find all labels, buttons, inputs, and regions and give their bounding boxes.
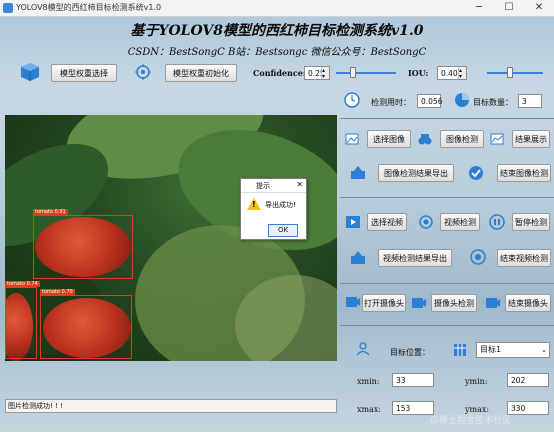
image-detect-button[interactable]: 图像检测 <box>440 130 484 148</box>
chevron-down-icon: ⌄ <box>541 346 547 354</box>
detect-time-field: 0.056 <box>417 94 442 108</box>
pause-icon <box>489 214 505 230</box>
page-title: 基于YOLOV8模型的西红柿目标检测系统v1.0 <box>130 23 424 39</box>
app-icon <box>3 3 13 13</box>
binoculars-icon <box>418 134 432 145</box>
page-subtitle: CSDN：BestSongC B站：Bestsongc 微信公众号：BestSo… <box>127 47 427 58</box>
xmax-label: xmax: <box>357 405 382 414</box>
check-circle-icon <box>469 166 483 180</box>
detection-box <box>5 287 37 359</box>
xmin-field: 33 <box>392 373 434 387</box>
camera-icon <box>346 297 360 307</box>
camera-detect-button[interactable]: 摄像头检测 <box>431 294 477 312</box>
crosshair-icon <box>135 64 151 80</box>
cube-icon <box>21 63 39 81</box>
export-video-result-button[interactable]: 视频检测结果导出 <box>378 249 452 267</box>
minimize-button[interactable]: ─ <box>464 0 494 16</box>
camera-icon <box>412 298 426 308</box>
confidence-spin-arrows[interactable] <box>321 64 329 84</box>
export-icon <box>351 251 365 264</box>
status-bar: 图片检测成功! ! ! <box>5 399 337 413</box>
xmin-label: xmin: <box>357 377 380 386</box>
iou-slider[interactable] <box>487 67 543 78</box>
user-icon <box>356 342 370 356</box>
target-count-label: 目标数量： <box>473 98 513 107</box>
export-image-result-button[interactable]: 图像检测结果导出 <box>378 164 454 182</box>
divider <box>340 283 554 284</box>
clock-icon <box>344 92 360 108</box>
target-select-value: 目标1 <box>480 345 502 354</box>
xmax-field: 153 <box>392 401 434 415</box>
iou-slider-handle[interactable] <box>507 67 513 78</box>
confidence-spinbox[interactable]: 0.25 <box>304 64 330 84</box>
target-position-label: 目标位置： <box>390 348 430 357</box>
stop-circle-icon <box>470 249 486 265</box>
target-icon <box>419 215 433 229</box>
dialog-title-bar: 提示 ✕ <box>241 179 306 193</box>
divider <box>340 118 554 119</box>
line-chart-icon <box>490 133 504 145</box>
confidence-slider[interactable] <box>336 67 396 78</box>
model-init-button[interactable]: 模型权重初始化 <box>165 64 237 82</box>
target-count-field: 3 <box>518 94 542 108</box>
dialog-ok-button[interactable]: OK <box>268 224 298 237</box>
end-image-detect-button[interactable]: 结束图像检测 <box>497 164 551 182</box>
confidence-slider-handle[interactable] <box>349 67 356 78</box>
iou-spin-arrows[interactable] <box>458 64 466 84</box>
dialog-close-icon[interactable]: ✕ <box>296 180 303 189</box>
detection-label: tomato 0.91 <box>33 209 68 215</box>
close-button[interactable]: ✕ <box>524 0 554 16</box>
export-icon <box>351 166 365 179</box>
camera-icon <box>486 298 500 308</box>
end-video-detect-button[interactable]: 结束视频检测 <box>497 249 551 267</box>
open-camera-button[interactable]: 打开摄像头 <box>362 294 406 312</box>
select-image-button[interactable]: 选择图像 <box>367 130 411 148</box>
iou-value: 0.40 <box>441 69 458 78</box>
video-detect-button[interactable]: 视频检测 <box>440 213 480 231</box>
detection-box <box>33 215 133 279</box>
app-window: YOLOV8模型的西红柿目标检测系统v1.0 ─ ☐ ✕ 基于YOLOV8模型的… <box>0 0 554 432</box>
target-select[interactable]: 目标1 ⌄ <box>476 342 550 358</box>
detection-label: tomato 0.70 <box>40 289 75 295</box>
model-select-button[interactable]: 模型权重选择 <box>51 64 117 82</box>
ymin-field: 202 <box>507 373 549 387</box>
window-title: YOLOV8模型的西红柿目标检测系统v1.0 <box>16 3 162 12</box>
ymax-field: 330 <box>507 401 549 415</box>
detection-label: tomato 0.74 <box>5 281 40 287</box>
close-camera-button[interactable]: 结束摄像头 <box>505 294 551 312</box>
dialog-title: 提示 <box>256 182 270 190</box>
detection-box <box>40 295 132 359</box>
ymin-label: ymin: <box>465 377 488 386</box>
grid-icon <box>454 344 466 356</box>
divider <box>340 197 554 198</box>
warning-icon <box>247 198 261 210</box>
pie-chart-icon <box>455 93 469 107</box>
pause-detect-button[interactable]: 暂停检测 <box>512 213 550 231</box>
image-icon <box>345 133 359 145</box>
watermark: @稀土掘金技术社区 <box>430 416 512 426</box>
iou-spinbox[interactable]: 0.40 <box>437 64 467 84</box>
window-title-bar: YOLOV8模型的西红柿目标检测系统v1.0 ─ ☐ ✕ <box>0 0 554 17</box>
dialog-message: 导出成功! <box>265 201 296 209</box>
divider <box>340 325 554 326</box>
show-result-button[interactable]: 结果展示 <box>512 130 550 148</box>
select-video-button[interactable]: 选择视频 <box>367 213 407 231</box>
iou-label: IOU: <box>408 68 429 78</box>
video-icon <box>346 216 360 228</box>
confidence-label: Confidence: <box>253 68 306 78</box>
message-dialog: 提示 ✕ 导出成功! OK <box>240 178 307 240</box>
detect-time-label: 检测用时： <box>371 98 411 107</box>
maximize-button[interactable]: ☐ <box>494 0 524 16</box>
